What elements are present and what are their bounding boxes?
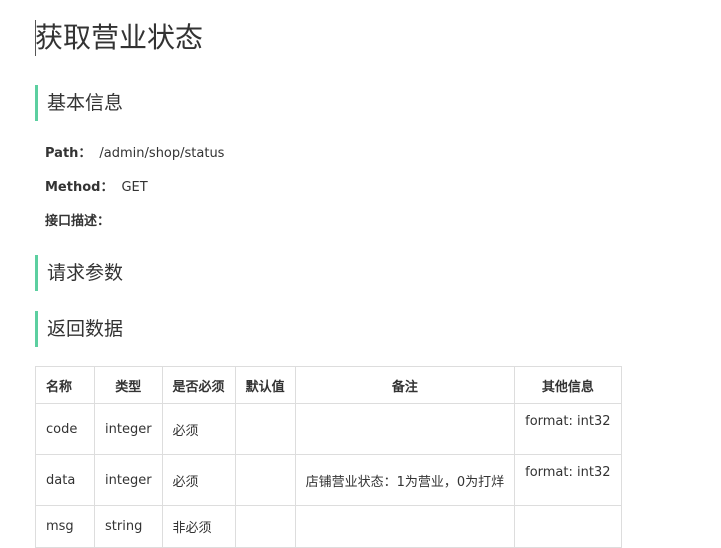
method-label: Method： bbox=[45, 180, 114, 195]
description-row: 接口描述： bbox=[45, 213, 110, 231]
header-default: 默认值 bbox=[234, 366, 296, 404]
cell-default bbox=[234, 505, 296, 548]
cell-type: string bbox=[94, 505, 163, 548]
cell-required: 必须 bbox=[161, 454, 236, 506]
table-row: data integer 必须 店铺营业状态：1为营业，0为打烊 format:… bbox=[35, 454, 622, 506]
section-basic-info: 基本信息 bbox=[35, 85, 123, 121]
cell-required: 必须 bbox=[161, 403, 236, 455]
header-note: 备注 bbox=[294, 366, 516, 404]
header-type: 类型 bbox=[94, 366, 163, 404]
cell-name: data bbox=[35, 454, 95, 506]
header-name: 名称 bbox=[35, 366, 95, 404]
cell-note bbox=[294, 403, 516, 455]
path-value: /admin/shop/status bbox=[99, 146, 225, 161]
cell-type: integer bbox=[94, 403, 163, 455]
cell-default bbox=[234, 403, 296, 455]
table-header-row: 名称 类型 是否必须 默认值 备注 其他信息 bbox=[35, 366, 622, 404]
response-table: 名称 类型 是否必须 默认值 备注 其他信息 code integer 必须 f… bbox=[35, 366, 622, 548]
header-required: 是否必须 bbox=[161, 366, 236, 404]
method-value: GET bbox=[121, 180, 148, 195]
cell-other-info bbox=[514, 505, 622, 548]
table-row: msg string 非必须 bbox=[35, 505, 622, 548]
cell-type: integer bbox=[94, 454, 163, 506]
cell-default bbox=[234, 454, 296, 506]
method-row: Method： GET bbox=[45, 179, 148, 197]
cell-note bbox=[294, 505, 516, 548]
cell-name: code bbox=[35, 403, 95, 455]
cell-required: 非必须 bbox=[161, 505, 236, 548]
section-request-params: 请求参数 bbox=[35, 255, 123, 291]
description-label: 接口描述： bbox=[45, 214, 111, 229]
cell-note: 店铺营业状态：1为营业，0为打烊 bbox=[294, 454, 516, 506]
cell-name: msg bbox=[35, 505, 95, 548]
cell-other-info: format: int32 bbox=[514, 454, 622, 506]
section-response-data: 返回数据 bbox=[35, 311, 123, 347]
header-other-info: 其他信息 bbox=[514, 366, 622, 404]
cell-other-info: format: int32 bbox=[514, 403, 622, 455]
path-label: Path： bbox=[45, 146, 92, 161]
page-title: 获取营业状态 bbox=[35, 21, 204, 54]
path-row: Path： /admin/shop/status bbox=[45, 145, 224, 163]
table-row: code integer 必须 format: int32 bbox=[35, 403, 622, 455]
